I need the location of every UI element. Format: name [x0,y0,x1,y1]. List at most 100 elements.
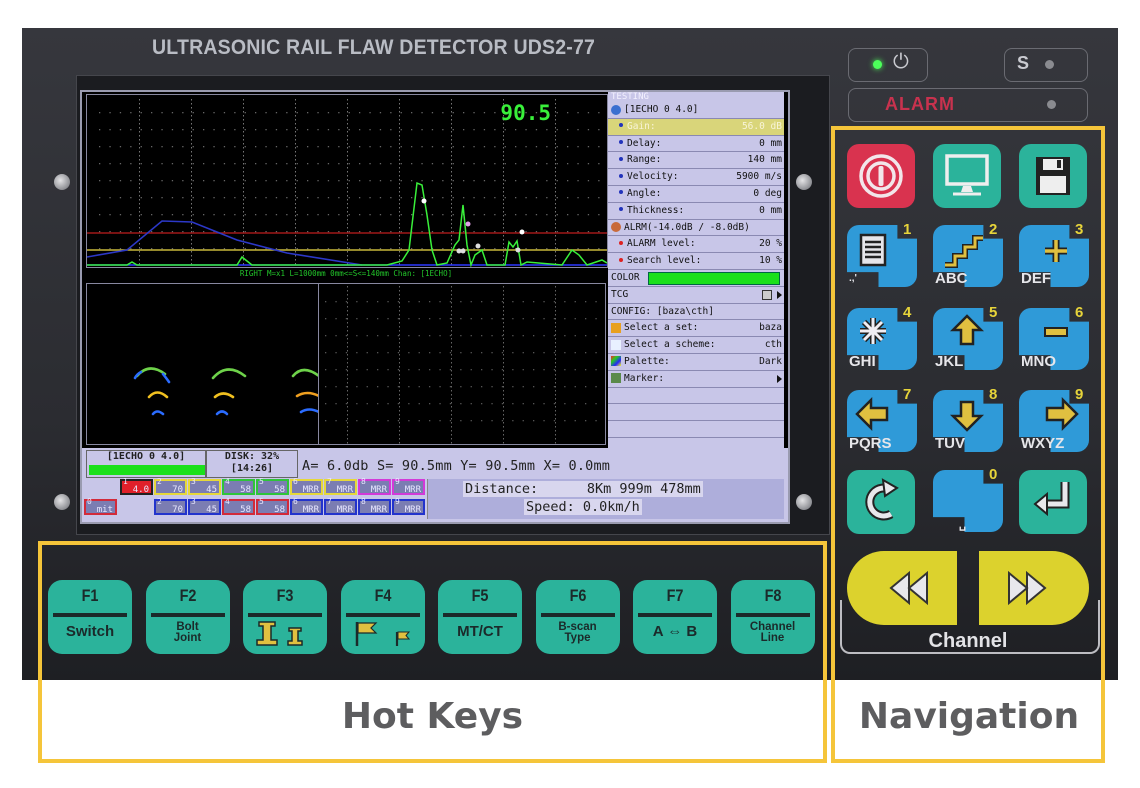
grid-dot [191,127,192,129]
grid-dot [296,180,298,182]
gate-marker [421,198,427,204]
grid-dot [556,197,558,199]
grid-dot [503,135,504,137]
grid-dot [399,378,400,380]
grid-dot [418,318,420,320]
channel-tile[interactable]: 2 70 [154,497,187,515]
grid-dot [286,180,288,182]
grid-dot [555,442,556,444]
grid-dot [522,335,524,337]
tcg-checkbox[interactable] [762,289,772,300]
color-swatch[interactable] [648,271,780,285]
grid-dot [255,163,257,165]
channel-tile[interactable]: 6 MRR [290,477,323,495]
param-delay[interactable]: Delay: 0 mm [608,136,784,153]
grid-dot [203,163,205,165]
config-item[interactable]: Palette: Dark [608,354,784,371]
grid-dot [348,163,350,165]
grid-dot [347,219,348,221]
grid-dot [130,129,132,131]
grid-dot [451,191,452,193]
grid-dot [295,107,296,109]
grid-dot [366,352,368,354]
param-angle[interactable]: Angle: 0 deg [608,186,784,203]
grid-dot [338,129,340,131]
grid-dot [140,248,142,250]
grid-dot [192,163,194,165]
grid-dot [295,191,296,193]
color-row[interactable]: COLOR [608,270,784,287]
channel-tile[interactable]: 7 MRR [324,477,357,495]
grid-dot [515,214,517,216]
grid-dot [451,350,452,352]
grid-dot [161,146,163,148]
grid-dot [325,403,327,405]
grid-dot [503,378,504,380]
channel-value: MRR [370,505,387,515]
grid-dot [140,129,142,131]
grid-dot [243,155,244,157]
status-panel: [1ECHO 0 4.0] DISK: 32% [14:26] A= 6.0db… [82,448,788,522]
grid-dot [295,203,296,205]
grid-dot [387,301,389,303]
channel-tile[interactable]: 5 58 [256,477,289,495]
grid-dot [451,127,452,129]
grid-dot [418,403,420,405]
grid-dot [347,306,348,308]
config-item[interactable]: Select a set: baza [608,320,784,338]
channel-title[interactable]: [1ECHO 0 4.0] [608,102,784,119]
grid-dot [504,129,506,131]
grid-dot [503,219,504,221]
grid-dot [515,146,517,148]
grid-dot [429,318,431,320]
channel-tile[interactable]: 7 MRR [324,497,357,515]
grid-dot [451,155,452,157]
config-item[interactable]: Marker: [608,371,784,388]
grid-dot [503,171,504,173]
channel-tile[interactable]: 0 mit [84,497,117,515]
config-item[interactable]: Select a scheme: cth [608,337,784,354]
channel-tile[interactable]: 4 58 [222,497,255,515]
alarm-param[interactable]: ALARM level: 20 % [608,236,784,254]
channel-tile[interactable]: 6 MRR [290,497,323,515]
grid-dot [356,318,358,320]
param-velocity[interactable]: Velocity: 5900 m/s [608,169,784,186]
tcg-row[interactable]: TCG [608,287,784,304]
channel-tile[interactable]: 9 MRR [392,477,425,495]
grid-dot [470,301,472,303]
channel-tile[interactable]: 4 58 [222,477,255,495]
grid-dot [377,352,379,354]
param-range[interactable]: Range: 140 mm [608,152,784,170]
channel-tile[interactable]: 9 MRR [392,497,425,515]
grid-dot [408,403,410,405]
grid-dot [555,358,556,360]
channel-tile[interactable]: 3 45 [188,497,221,515]
alarm-led [1047,100,1056,109]
b-scan-grid [325,286,597,444]
b-scan-echo [299,408,321,414]
grid-dot [400,197,402,199]
channel-tile[interactable]: 2 70 [154,477,187,495]
grid-dot [243,195,244,197]
param-thickness[interactable]: Thickness: 0 mm [608,203,784,220]
alarm-param[interactable]: Search level: 10 % [608,253,784,270]
a-scan-reading: 90.5 [500,101,551,125]
grid-dot [347,211,348,213]
channel-tile[interactable]: 5 58 [256,497,289,515]
grid-dot [338,197,340,199]
grid-dot [243,103,244,105]
alarm-title[interactable]: ALRM(-14.0dB / -8.0dB) [608,220,784,237]
channel-tile[interactable]: 1 4.0 [120,477,153,495]
grid-dot [399,362,400,364]
param-gain[interactable]: Gain: 56.0 dB [608,118,784,136]
grid-dot [369,248,371,250]
grid-dot [543,420,545,422]
grid-dot [556,129,558,131]
grid-dot [356,403,358,405]
grid-dot [161,214,163,216]
grid-dot [442,197,444,199]
grid-dot [345,318,348,320]
channel-tile[interactable]: 8 MRR [358,477,391,495]
channel-tile[interactable]: 3 45 [188,477,221,495]
channel-tile[interactable]: 8 MRR [358,497,391,515]
